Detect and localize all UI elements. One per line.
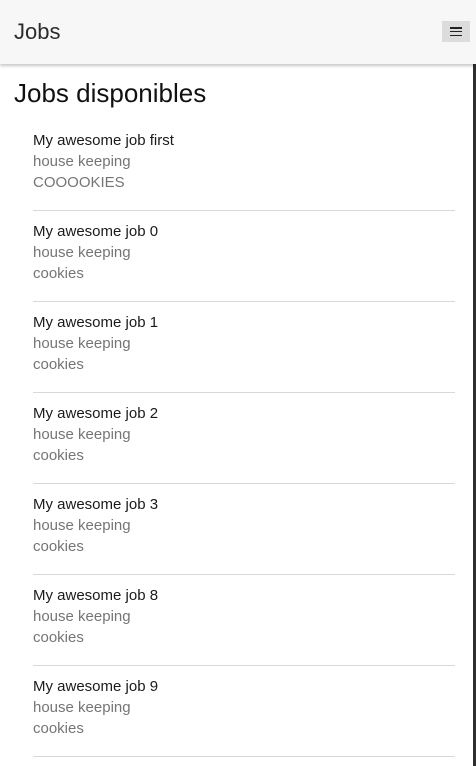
job-detail: cookies bbox=[33, 356, 84, 373]
job-title: My awesome job 8 bbox=[33, 587, 159, 604]
job-detail: cookies bbox=[33, 538, 84, 555]
job-detail: cookies bbox=[33, 720, 84, 737]
job-detail: cookies bbox=[33, 265, 84, 282]
job-detail: COOOOKIES bbox=[33, 174, 125, 191]
job-title: My awesome job 2 bbox=[33, 405, 159, 422]
page-title: Jobs disponibles bbox=[14, 78, 207, 108]
job-category: house keeping bbox=[33, 426, 131, 443]
app-bar: Jobs bbox=[0, 0, 476, 64]
job-title: My awesome job 3 bbox=[33, 496, 159, 513]
app-title: Jobs bbox=[14, 19, 61, 44]
job-title: My awesome job 0 bbox=[33, 223, 159, 240]
job-category: house keeping bbox=[33, 608, 131, 625]
job-list-item[interactable]: My awesome job 2 house keeping cookies bbox=[33, 393, 455, 484]
menu-button[interactable] bbox=[442, 21, 470, 42]
job-title: My awesome job 1 bbox=[33, 314, 159, 331]
job-category: house keeping bbox=[33, 153, 131, 170]
job-list-item[interactable]: My awesome job 1 house keeping cookies bbox=[33, 302, 455, 393]
job-category: house keeping bbox=[33, 244, 131, 261]
job-list-item[interactable]: My awesome job 9 house keeping cookies bbox=[33, 666, 455, 757]
job-category: house keeping bbox=[33, 699, 131, 716]
job-list: My awesome job first house keeping COOOO… bbox=[33, 120, 455, 757]
job-list-item[interactable]: My awesome job first house keeping COOOO… bbox=[33, 120, 455, 211]
job-detail: cookies bbox=[33, 447, 84, 464]
job-title: My awesome job 9 bbox=[33, 678, 159, 695]
job-detail: cookies bbox=[33, 629, 84, 646]
job-list-item[interactable]: My awesome job 3 house keeping cookies bbox=[33, 484, 455, 575]
job-title: My awesome job first bbox=[33, 132, 174, 149]
job-category: house keeping bbox=[33, 335, 131, 352]
hamburger-menu-icon bbox=[450, 27, 462, 36]
job-category: house keeping bbox=[33, 517, 131, 534]
job-list-item[interactable]: My awesome job 8 house keeping cookies bbox=[33, 575, 455, 666]
job-list-item[interactable]: My awesome job 0 house keeping cookies bbox=[33, 211, 455, 302]
